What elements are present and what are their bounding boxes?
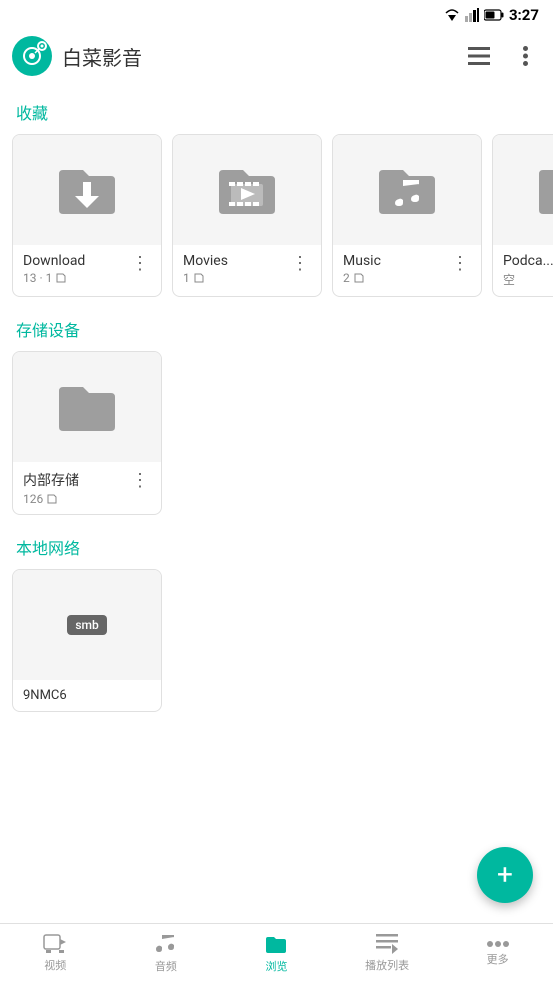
nav-item-video[interactable]: 视频 — [0, 924, 111, 983]
folder-card-podcast[interactable]: Podca... 空 ⋮ — [492, 134, 553, 297]
folder-menu-movies[interactable]: ⋮ — [287, 253, 313, 275]
internal-storage-icon — [55, 375, 119, 439]
list-view-button[interactable] — [461, 38, 497, 74]
folder-name-download: Download — [23, 253, 127, 269]
storage-menu-internal[interactable]: ⋮ — [127, 470, 153, 492]
folder-meta-movies: 1 — [183, 271, 287, 285]
storage-meta-internal: 126 — [23, 492, 127, 506]
download-folder-icon — [55, 158, 119, 222]
nav-label-more: 更多 — [487, 951, 509, 967]
nav-label-browse: 浏览 — [265, 958, 287, 974]
folder-card-download[interactable]: Download 13 · 1 ⋮ — [12, 134, 162, 297]
smb-card-1[interactable]: smb 9NMC6 — [12, 569, 162, 712]
playlist-nav-icon — [376, 934, 398, 954]
folder-name-podcast: Podca... — [503, 253, 553, 269]
storage-card-internal[interactable]: 内部存储 126 ⋮ — [12, 351, 162, 515]
app-bar-actions — [461, 38, 543, 74]
podcast-folder-icon — [535, 158, 553, 222]
movies-folder-icon — [215, 158, 279, 222]
storage-name-internal: 内部存储 — [23, 470, 127, 490]
smb-name: 9NMC6 — [23, 688, 153, 703]
network-grid: smb 9NMC6 — [0, 565, 553, 724]
folder-icon-area-music — [333, 135, 481, 245]
folder-menu-download[interactable]: ⋮ — [127, 253, 153, 275]
folder-meta-download: 13 · 1 — [23, 271, 127, 285]
battery-icon — [484, 9, 504, 21]
nav-item-browse[interactable]: 浏览 — [221, 924, 332, 983]
nav-item-more[interactable]: 更多 — [442, 924, 553, 983]
more-options-button[interactable] — [507, 38, 543, 74]
folder-name-movies: Movies — [183, 253, 287, 269]
fab-add-button[interactable]: + — [477, 847, 533, 903]
folder-info-podcast: Podca... 空 ⋮ — [493, 245, 553, 296]
status-bar: 3:27 — [0, 0, 553, 28]
audio-nav-icon — [156, 933, 176, 955]
more-nav-icon — [487, 940, 509, 948]
collections-header: 收藏 — [0, 92, 553, 130]
network-header: 本地网络 — [0, 527, 553, 565]
smb-info: 9NMC6 — [13, 680, 161, 711]
folder-menu-music[interactable]: ⋮ — [447, 253, 473, 275]
nav-label-video: 视频 — [44, 957, 66, 973]
status-time: 3:27 — [509, 6, 539, 24]
folder-info-download: Download 13 · 1 ⋮ — [13, 245, 161, 293]
nav-item-audio[interactable]: 音频 — [111, 924, 222, 983]
storage-info-internal: 内部存储 126 ⋮ — [13, 462, 161, 514]
folder-icon-area-podcast — [493, 135, 553, 245]
folder-info-music: Music 2 ⋮ — [333, 245, 481, 293]
smb-badge: smb — [67, 615, 106, 635]
bottom-nav: 视频 音频 浏览 播放列表 — [0, 923, 553, 983]
nav-item-playlist[interactable]: 播放列表 — [332, 924, 443, 983]
smb-icon-area: smb — [13, 570, 161, 680]
storage-header: 存储设备 — [0, 309, 553, 347]
folder-icon-area-download — [13, 135, 161, 245]
signal-icon — [465, 8, 479, 22]
nav-label-audio: 音频 — [155, 958, 177, 974]
app-logo — [12, 36, 52, 76]
folder-card-movies[interactable]: Movies 1 ⋮ — [172, 134, 322, 297]
fab-plus-icon: + — [497, 861, 513, 889]
collections-grid: Download 13 · 1 ⋮ — [0, 130, 553, 309]
folder-meta-music: 2 — [343, 271, 447, 285]
folder-meta-podcast: 空 — [503, 271, 553, 288]
browse-nav-icon — [264, 933, 288, 955]
app-title: 白菜影音 — [62, 42, 461, 71]
app-bar: 白菜影音 — [0, 28, 553, 84]
music-folder-icon — [375, 158, 439, 222]
status-icons: 3:27 — [444, 6, 539, 24]
nav-label-playlist: 播放列表 — [365, 957, 409, 973]
folder-name-music: Music — [343, 253, 447, 269]
wifi-icon — [444, 8, 460, 22]
video-nav-icon — [43, 934, 67, 954]
folder-info-movies: Movies 1 ⋮ — [173, 245, 321, 293]
storage-grid: 内部存储 126 ⋮ — [0, 347, 553, 527]
content-area: 收藏 Download 13 · 1 ⋮ — [0, 84, 553, 923]
storage-icon-area — [13, 352, 161, 462]
folder-card-music[interactable]: Music 2 ⋮ — [332, 134, 482, 297]
folder-icon-area-movies — [173, 135, 321, 245]
